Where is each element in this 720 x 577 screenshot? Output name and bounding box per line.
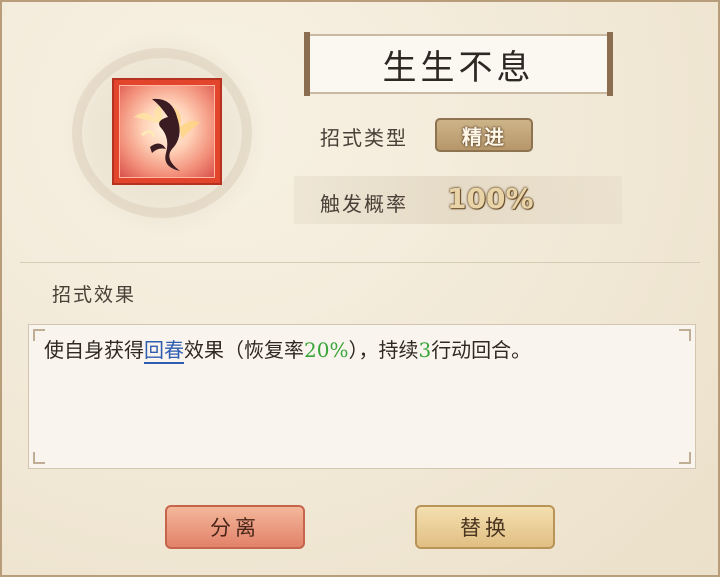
- skill-icon-frame[interactable]: [112, 78, 222, 185]
- skill-type-label: 招式类型: [320, 126, 408, 150]
- recovery-rate-value: 20%: [304, 338, 349, 362]
- effect-text-part: 行动回合。: [431, 338, 532, 362]
- separate-button[interactable]: 分离: [165, 505, 305, 549]
- skill-title-plate: 生生不息: [304, 32, 613, 96]
- replace-button[interactable]: 替换: [415, 505, 555, 549]
- skill-name: 生生不息: [382, 47, 535, 88]
- effect-text-part: 效果（恢复率: [184, 338, 304, 362]
- corner-ornament: [33, 452, 45, 464]
- flame-leaf-icon: [119, 85, 215, 178]
- effect-text-part: 使自身获得: [44, 338, 144, 362]
- effect-description-text: 使自身获得回春效果（恢复率20%），持续3行动回合。: [44, 334, 532, 364]
- corner-ornament: [679, 329, 691, 341]
- effect-text-part: ），持续: [348, 338, 419, 362]
- skill-type-badge: 精进: [435, 118, 533, 152]
- duration-value: 3: [418, 338, 432, 362]
- corner-ornament: [679, 452, 691, 464]
- buff-link-huichun[interactable]: 回春: [144, 338, 184, 364]
- trigger-rate-label: 触发概率: [320, 192, 408, 216]
- trigger-rate-value: 100%: [447, 182, 534, 215]
- effect-section-label: 招式效果: [52, 284, 137, 306]
- section-divider: [20, 262, 700, 263]
